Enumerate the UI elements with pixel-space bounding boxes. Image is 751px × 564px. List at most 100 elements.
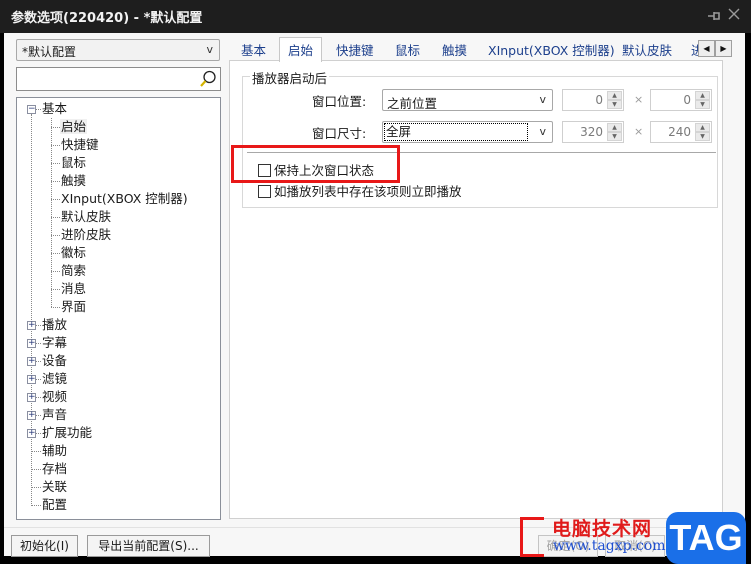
tree-item[interactable]: 播放 (41, 316, 68, 334)
tree-item[interactable]: 声音 (41, 406, 68, 424)
play-if-in-list-checkbox[interactable] (258, 185, 271, 198)
tree-item[interactable]: 配置 (41, 496, 68, 514)
tree-item[interactable]: 辅助 (41, 442, 68, 460)
tab-bar: 基本 启始 快捷键 鼠标 触摸 XInput(XBOX 控制器) 默认皮肤 进 … (229, 37, 732, 62)
chevron-down-icon: v (539, 93, 546, 106)
category-tree[interactable]: 基本 − 启始 快捷键鼠标 触摸 XInput(XBOX 控制器) 默认皮肤 进阶皮肤徽标简索… (16, 97, 221, 520)
spin-down-button[interactable]: ▼ (695, 100, 710, 109)
tree-item[interactable]: 快捷键 (60, 136, 100, 154)
tree-item[interactable]: 默认皮肤 (60, 208, 112, 226)
tree-item[interactable]: 设备 (41, 352, 68, 370)
tree-connector (51, 163, 60, 164)
window-position-select[interactable]: 之前位置 v (382, 89, 553, 111)
expand-icon[interactable]: + (27, 339, 36, 348)
tree-item[interactable]: 存档 (41, 460, 68, 478)
spin-up-button[interactable]: ▲ (695, 91, 710, 100)
search-box[interactable] (16, 67, 221, 91)
search-input[interactable] (19, 70, 197, 88)
window-size-width-spinner[interactable]: 320 ▲ ▼ (562, 121, 624, 143)
spin-up-button[interactable]: ▲ (695, 123, 710, 132)
profile-select[interactable]: *默认配置 v (16, 39, 220, 61)
spin-down-button[interactable]: ▼ (607, 132, 622, 141)
tree-item-label: 滤镜 (42, 371, 68, 386)
tab-mouse[interactable]: 鼠标 (395, 40, 420, 61)
tree-item-label: 进阶皮肤 (61, 227, 112, 242)
expand-icon[interactable]: + (27, 429, 36, 438)
expand-icon[interactable]: + (27, 411, 36, 420)
tree-item[interactable]: 鼠标 (60, 154, 87, 172)
window-size-select[interactable]: 全屏 v (382, 121, 553, 143)
tree-connector (31, 451, 41, 452)
tree-item[interactable]: 简索 (60, 262, 87, 280)
tree-item[interactable]: 视频 (41, 388, 68, 406)
tree-item[interactable]: 触摸 (60, 172, 87, 190)
tree-item-label: 快捷键 (61, 137, 99, 152)
expand-icon[interactable]: + (27, 393, 36, 402)
tree-item[interactable]: 基本 (41, 100, 68, 118)
expand-icon[interactable]: + (27, 357, 36, 366)
tree-connector (51, 289, 60, 290)
expand-icon[interactable]: + (27, 321, 36, 330)
init-button[interactable]: 初始化(I) (11, 535, 78, 557)
tree-item[interactable]: 滤镜 (41, 370, 68, 388)
spin-down-button[interactable]: ▼ (607, 100, 622, 109)
spin-up-button[interactable]: ▲ (607, 91, 622, 100)
close-icon[interactable] (726, 7, 742, 23)
tree-connector (51, 253, 60, 254)
search-icon[interactable] (199, 70, 217, 88)
spin-up-button[interactable]: ▲ (607, 123, 622, 132)
expand-icon[interactable]: + (27, 375, 36, 384)
tree-item[interactable]: XInput(XBOX 控制器) (60, 190, 189, 208)
window-position-value: 之前位置 (387, 96, 438, 111)
tree-item-label: 基本 (42, 101, 68, 116)
tab-default-skin[interactable]: 默认皮肤 (622, 40, 672, 61)
window-position-y-spinner[interactable]: 0 ▲ ▼ (650, 89, 712, 111)
tree-item[interactable]: 界面 (60, 298, 87, 316)
play-if-in-list-label: 如播放列表中存在该项则立即播放 (274, 184, 462, 199)
window-position-x-value: 0 (595, 93, 603, 107)
tree-item-label: 播放 (42, 317, 68, 332)
tab-xinput[interactable]: XInput(XBOX 控制器) (488, 40, 615, 61)
play-if-in-list-checkbox-row[interactable]: 如播放列表中存在该项则立即播放 (258, 183, 462, 201)
tree-item[interactable]: 进阶皮肤 (60, 226, 112, 244)
window-size-height-spinner[interactable]: 240 ▲ ▼ (650, 121, 712, 143)
collapse-icon[interactable]: − (27, 105, 36, 114)
watermark-site-name: 电脑技术网 (552, 518, 653, 540)
tree-connector (51, 127, 60, 128)
tree-connector (51, 118, 52, 307)
tree-item[interactable]: 字幕 (41, 334, 68, 352)
window-position-label: 窗口位置: (312, 94, 367, 109)
tab-scroll-left-button[interactable]: ◀ (698, 40, 715, 57)
title-bar: 参数选项(220420) - *默认配置 (0, 0, 751, 33)
times-icon: × (634, 125, 644, 138)
chevron-down-icon: v (206, 43, 213, 56)
tree-item-label: 徽标 (61, 245, 87, 260)
watermark-url: www.tagxp.com (553, 538, 666, 554)
tree-item-label: 扩展功能 (42, 425, 93, 440)
tree-item-label: 关联 (42, 479, 68, 494)
tree-item[interactable]: 扩展功能 (41, 424, 93, 442)
window-position-x-spinner[interactable]: 0 ▲ ▼ (562, 89, 624, 111)
tree-item-label: 配置 (42, 497, 68, 512)
tree-item[interactable]: 启始 (60, 118, 88, 136)
window-position-y-value: 0 (683, 93, 691, 107)
tree-connector (51, 235, 60, 236)
tree-item-label: 字幕 (42, 335, 68, 350)
highlight-annotation (231, 145, 400, 183)
tree-item-label: 声音 (42, 407, 68, 422)
tree-connector (51, 199, 60, 200)
tree-item[interactable]: 徽标 (60, 244, 87, 262)
export-config-button[interactable]: 导出当前配置(S)... (87, 535, 210, 557)
tree-item[interactable]: 消息 (60, 280, 87, 298)
pin-icon[interactable] (707, 9, 721, 23)
tree-item[interactable]: 关联 (41, 478, 68, 496)
window-size-width-value: 320 (580, 125, 603, 139)
tree-connector (31, 114, 32, 506)
tab-startup[interactable]: 启始 (279, 37, 323, 62)
window-size-label: 窗口尺寸: (312, 126, 367, 141)
spin-down-button[interactable]: ▼ (695, 132, 710, 141)
tab-basic[interactable]: 基本 (241, 40, 266, 61)
tab-scroll-right-button[interactable]: ▶ (715, 40, 732, 57)
tab-hotkeys[interactable]: 快捷键 (336, 40, 374, 61)
tab-touch[interactable]: 触摸 (442, 40, 467, 61)
